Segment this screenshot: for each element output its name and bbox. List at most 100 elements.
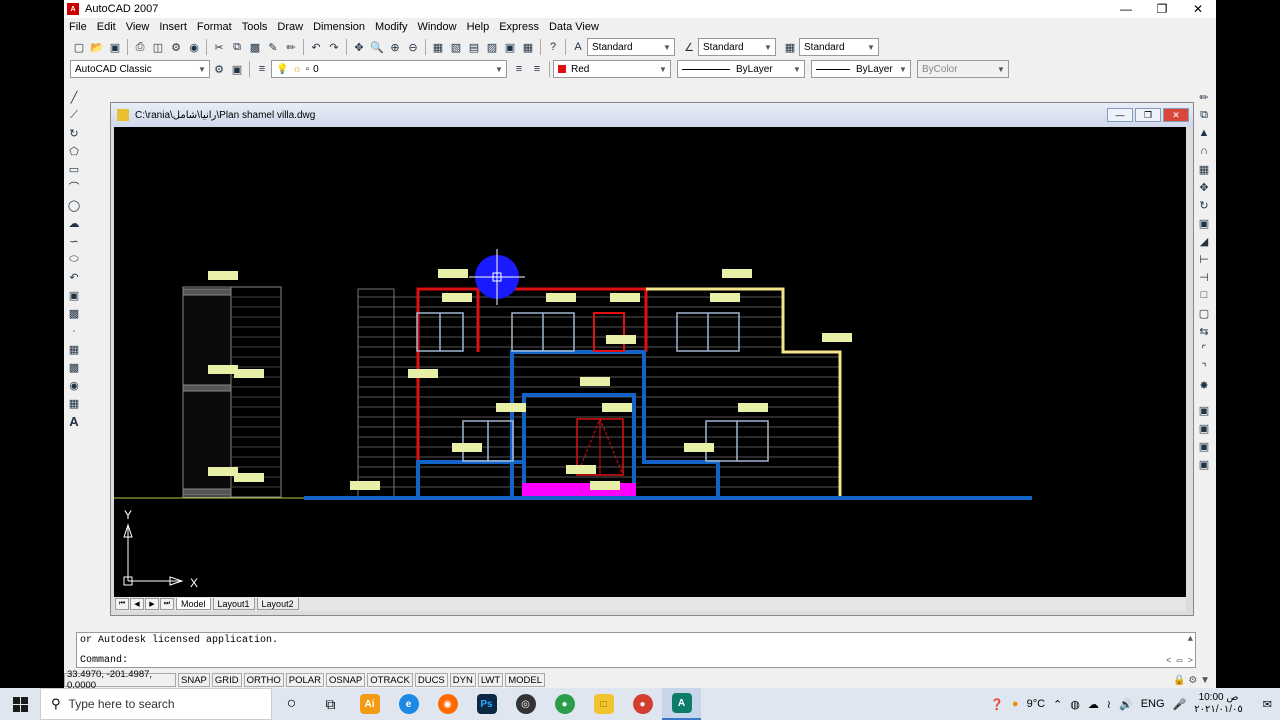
copy-icon[interactable]: ⧉ [229, 39, 245, 55]
draworder-under-icon[interactable]: ▣ [1196, 456, 1212, 472]
menu-format[interactable]: Format [192, 21, 237, 33]
plot-preview-icon[interactable]: ◫ [150, 39, 166, 55]
plotstyle-select[interactable]: ByColor ▼ [917, 60, 1009, 78]
arc-icon[interactable]: ⌒ [66, 179, 82, 195]
notifications-icon[interactable]: ✉ [1263, 698, 1272, 711]
workspace-settings-icon[interactable]: ⚙ [211, 61, 227, 77]
mirror-icon[interactable]: ▲ [1196, 125, 1212, 141]
close-button[interactable]: ✕ [1180, 0, 1216, 18]
draworder-front-icon[interactable]: ▣ [1196, 402, 1212, 418]
weather-icon[interactable]: ● [1012, 698, 1019, 710]
layer-previous-icon[interactable]: ≡ [529, 61, 545, 77]
command-scroll-up-icon[interactable]: ▲ [1188, 634, 1193, 644]
model-toggle[interactable]: MODEL [505, 673, 545, 687]
insert-block-icon[interactable]: ▣ [66, 287, 82, 303]
lineweight-select[interactable]: ByLayer ▼ [811, 60, 911, 78]
ellipse-icon[interactable]: ⬭ [66, 251, 82, 267]
pan-icon[interactable]: ✥ [351, 39, 367, 55]
first-tab-icon[interactable]: ⏮ [115, 598, 129, 610]
table-icon[interactable]: ▦ [66, 395, 82, 411]
array-icon[interactable]: ▦ [1196, 161, 1212, 177]
ortho-toggle[interactable]: ORTHO [243, 673, 284, 687]
match-properties-icon[interactable]: ✎ [265, 39, 281, 55]
network-icon[interactable]: ◍ [1070, 698, 1080, 711]
dyn-toggle[interactable]: DYN [449, 673, 476, 687]
snap-toggle[interactable]: SNAP [178, 673, 210, 687]
workspace-save-icon[interactable]: ▣ [229, 61, 245, 77]
photoshop-icon[interactable]: Ps [467, 688, 506, 720]
design-center-icon[interactable]: ▧ [448, 39, 464, 55]
stretch-icon[interactable]: ◢ [1196, 233, 1212, 249]
markup-icon[interactable]: ▣ [502, 39, 518, 55]
ellipse-arc-icon[interactable]: ↶ [66, 269, 82, 285]
drawing-minimize-button[interactable]: — [1107, 108, 1133, 122]
language-indicator[interactable]: ENG [1141, 698, 1165, 710]
construction-line-icon[interactable]: ⟋ [66, 107, 82, 123]
draworder-above-icon[interactable]: ▣ [1196, 438, 1212, 454]
next-tab-icon[interactable]: ▶ [145, 598, 159, 610]
menu-data-view[interactable]: Data View [544, 21, 604, 33]
grid-toggle[interactable]: GRID [211, 673, 242, 687]
break-point-icon[interactable]: □ [1196, 287, 1212, 303]
command-prompt[interactable]: Command: [80, 655, 128, 666]
trim-icon[interactable]: ⊢ [1196, 251, 1212, 267]
tab-model[interactable]: Model [176, 598, 211, 610]
menu-view[interactable]: View [121, 21, 155, 33]
new-icon[interactable]: ▢ [71, 39, 87, 55]
revision-cloud-icon[interactable]: ☁ [66, 215, 82, 231]
menu-express[interactable]: Express [494, 21, 544, 33]
polyline-icon[interactable]: ↻ [66, 125, 82, 141]
illustrator-icon[interactable]: Ai [350, 688, 389, 720]
layer-manager-icon[interactable]: ≡ [254, 61, 270, 77]
zoom-window-icon[interactable]: ⊕ [387, 39, 403, 55]
tab-layout1[interactable]: Layout1 [212, 598, 255, 610]
sheet-set-icon[interactable]: ▨ [484, 39, 500, 55]
properties-icon[interactable]: ▦ [430, 39, 446, 55]
3d-dwf-icon[interactable]: ◉ [186, 39, 202, 55]
menu-tools[interactable]: Tools [237, 21, 273, 33]
file-explorer-icon[interactable]: □ [584, 688, 623, 720]
linetype-select[interactable]: ByLayer ▼ [677, 60, 805, 78]
menu-edit[interactable]: Edit [92, 21, 121, 33]
app-icon[interactable]: ◎ [506, 688, 545, 720]
tab-layout2[interactable]: Layout2 [256, 598, 299, 610]
multiline-text-icon[interactable]: A [66, 413, 82, 429]
tool-palettes-icon[interactable]: ▤ [466, 39, 482, 55]
edge-icon[interactable]: e [389, 688, 428, 720]
clock[interactable]: 10:00 ص ٢٠٢١/٠١/٠٥ [1194, 692, 1251, 716]
task-view-icon[interactable]: ⧉ [311, 688, 350, 720]
open-icon[interactable]: 📂 [89, 39, 105, 55]
last-tab-icon[interactable]: ⏭ [160, 598, 174, 610]
lwt-toggle[interactable]: LWT [477, 673, 504, 687]
help-icon[interactable]: ? [545, 39, 561, 55]
model-space-canvas[interactable]: Y X [114, 127, 1186, 597]
menu-dimension[interactable]: Dimension [308, 21, 370, 33]
save-icon[interactable]: ▣ [107, 39, 123, 55]
restore-button[interactable]: ❐ [1144, 0, 1180, 18]
status-tray-icons[interactable]: 🔒 ⚙ ▼ [1173, 675, 1210, 686]
onedrive-icon[interactable]: ☁ [1088, 698, 1099, 711]
redo-icon[interactable]: ↷ [326, 39, 342, 55]
drawing-close-button[interactable]: ✕ [1163, 108, 1189, 122]
color-select[interactable]: Red ▼ [553, 60, 671, 78]
drawing-restore-button[interactable]: ❐ [1135, 108, 1161, 122]
coordinate-display[interactable]: 33.4970, -201.4987, 0.0000 [64, 669, 176, 688]
microphone-icon[interactable]: 🎤 [1173, 698, 1187, 711]
layer-select[interactable]: 💡 ☼ ▫ 0 ▼ [271, 60, 507, 78]
rotate-icon[interactable]: ↻ [1196, 197, 1212, 213]
extend-icon[interactable]: ⊣ [1196, 269, 1212, 285]
polar-toggle[interactable]: POLAR [285, 673, 324, 687]
prev-tab-icon[interactable]: ◀ [130, 598, 144, 610]
text-style-select[interactable]: Standard ▼ [587, 38, 675, 56]
workspace-select[interactable]: AutoCAD Classic ▼ [70, 60, 210, 78]
zoom-realtime-icon[interactable]: 🔍 [369, 39, 385, 55]
chrome-icon[interactable]: ● [545, 688, 584, 720]
line-icon[interactable]: ╱ [66, 89, 82, 105]
make-current-layer-icon[interactable]: ≡ [511, 61, 527, 77]
polygon-icon[interactable]: ⬠ [66, 143, 82, 159]
menu-draw[interactable]: Draw [272, 21, 308, 33]
temperature[interactable]: 9°C [1027, 698, 1045, 710]
spline-icon[interactable]: ∽ [66, 233, 82, 249]
gradient-icon[interactable]: ▩ [66, 359, 82, 375]
paste-icon[interactable]: ▩ [247, 39, 263, 55]
